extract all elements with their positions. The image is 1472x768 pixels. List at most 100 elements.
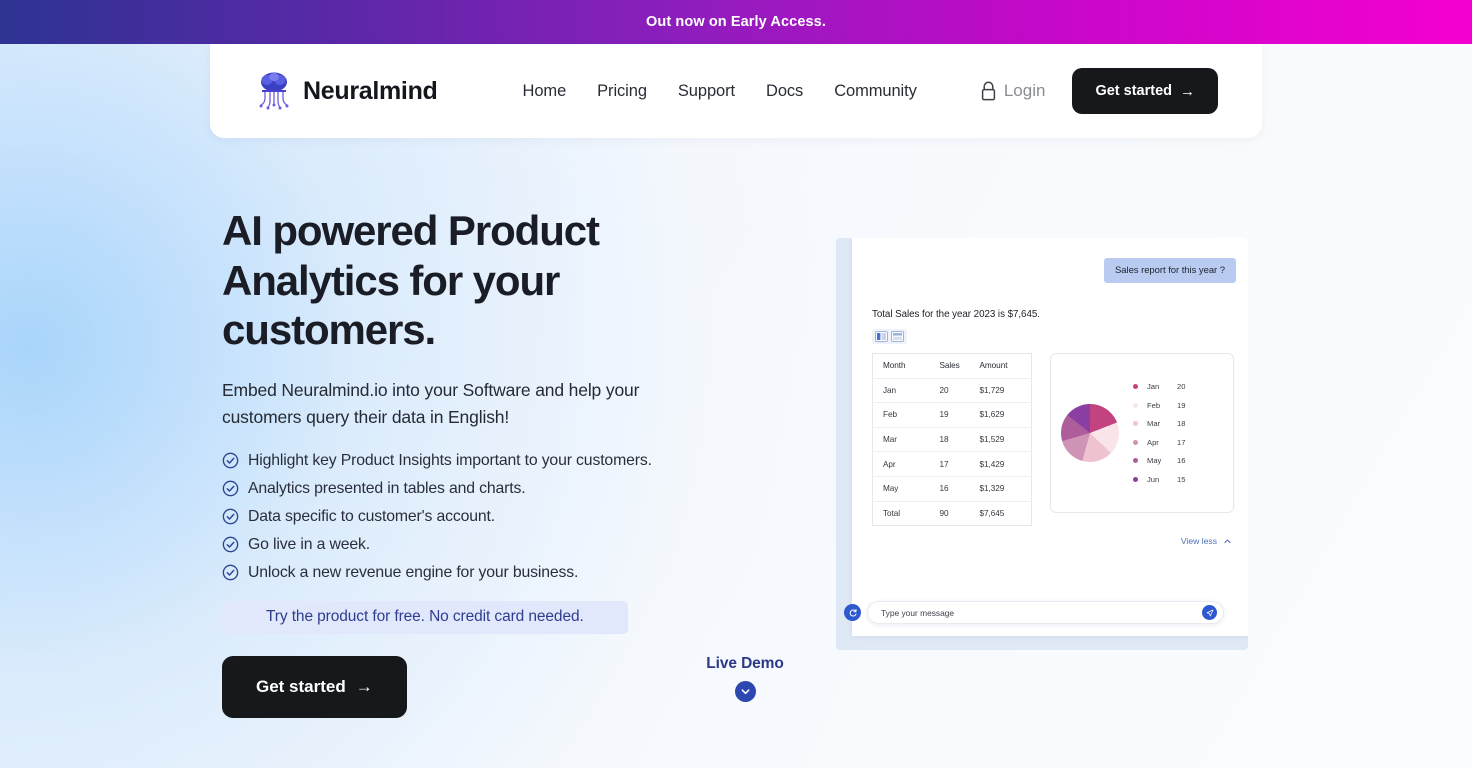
feature-label: Highlight key Product Insights important… [248,451,652,469]
announcement-banner: Out now on Early Access. [0,0,1472,44]
legend-value: 18 [1177,419,1186,429]
legend-label: Feb [1147,400,1161,410]
cell-sales: 18 [935,427,978,453]
table-row: May 16 $1,329 [872,476,1032,502]
feature-list: Highlight key Product Insights important… [222,447,782,587]
login-label: Login [1003,81,1046,100]
cell-amount: $1,429 [977,451,1032,477]
cell-sales: 20 [935,378,978,404]
arrow-right-icon: → [1180,82,1195,100]
columns-view-icon [877,333,886,340]
legend-color-swatch [1133,384,1138,390]
send-button[interactable] [1202,605,1217,620]
table-header-row: Month Sales Amount [872,353,1032,379]
cell-month: Jan [872,378,936,404]
pie-chart-legend: Jan 20 Feb 19 Mar 18 Apr 17 May 16 Jun 1… [1133,378,1199,489]
nav-item-support[interactable]: Support [678,82,735,101]
feature-label: Go live in a week. [248,535,370,553]
legend-label: Jun [1147,474,1160,484]
list-item: Analytics presented in tables and charts… [222,475,782,503]
check-circle-icon [222,481,239,497]
pie-chart-card: Jan 20 Feb 19 Mar 18 Apr 17 May 16 Jun 1… [1050,353,1234,513]
legend-color-swatch [1133,458,1138,464]
feature-label: Unlock a new revenue engine for your bus… [248,563,579,581]
lock-icon [981,81,995,101]
legend-item: Apr 17 [1133,433,1199,452]
arrow-right-icon: → [355,676,373,696]
refresh-icon [849,608,856,616]
list-item: Highlight key Product Insights important… [222,447,782,475]
list-item: Unlock a new revenue engine for your bus… [222,559,782,587]
cell-amount: $1,729 [977,378,1032,404]
nav-item-community[interactable]: Community [834,82,917,101]
cell-amount: $7,645 [979,508,1005,518]
hero-section: AI powered Product Analytics for your cu… [222,206,782,718]
table-row: Mar 18 $1,529 [872,427,1032,453]
user-message-bubble: Sales report for this year ? [1103,258,1236,283]
get-started-button-header[interactable]: Get started → [1072,68,1218,114]
cell-month: Total [883,508,901,518]
chart-view-toggle[interactable] [875,331,888,342]
view-less-label: View less [1180,536,1217,547]
results-panels: Month Sales Amount Jan 20 $1,729 Feb 19 … [872,353,1248,527]
cell-amount: $1,629 [977,402,1032,428]
cell-month: Feb [872,402,936,428]
list-item: Go live in a week. [222,531,782,559]
legend-color-swatch [1133,402,1138,408]
cell-sales: 16 [935,476,978,502]
cell-amount: $1,329 [977,476,1032,502]
list-item: Data specific to customer's account. [222,503,782,531]
column-header-month: Month [872,353,936,379]
legend-label: Jan [1147,382,1160,392]
cell-month: May [872,476,936,502]
nav-item-docs[interactable]: Docs [766,82,803,101]
legend-value: 20 [1177,382,1186,392]
brand-logo-link[interactable]: Neuralmind [256,69,438,113]
cell-sales: 17 [935,451,978,477]
table-row: Apr 17 $1,429 [872,451,1032,477]
column-header-amount: Amount [977,353,1032,379]
refresh-button[interactable] [844,604,861,621]
legend-item: Jan 20 [1133,378,1199,397]
cell-month: Mar [872,427,936,453]
legend-color-swatch [1133,421,1138,427]
live-demo-label: Live Demo [706,655,784,672]
cell-sales: 19 [935,402,978,428]
nav-item-pricing[interactable]: Pricing [597,82,647,101]
brand-name: Neuralmind [303,76,438,105]
scroll-down-button[interactable] [734,681,756,702]
nav-item-home[interactable]: Home [523,82,567,101]
cell-month: Apr [872,451,936,477]
login-button[interactable]: Login [980,81,1046,101]
legend-item: Jun 15 [1133,470,1199,489]
hero-subheading: Embed Neuralmind.io into your Software a… [222,379,640,427]
legend-color-swatch [1133,476,1138,482]
message-composer: Type your message [844,601,1224,624]
legend-label: Apr [1147,437,1159,447]
view-less-button[interactable]: View less [852,536,1232,546]
chat-window: Sales report for this year ? Total Sales… [852,238,1248,636]
get-started-label-header: Get started [1095,83,1172,99]
table-view-icon [893,333,902,340]
message-input[interactable]: Type your message [867,601,1224,624]
site-header: Neuralmind Home Pricing Support Docs Com… [210,44,1262,138]
header-actions: Login Get started → [980,68,1218,114]
chevron-down-icon [741,689,749,695]
check-circle-icon [222,453,239,469]
legend-item: May 16 [1133,452,1199,471]
get-started-label-hero: Get started [256,676,346,696]
assistant-answer-text: Total Sales for the year 2023 is $7,645. [872,309,1040,320]
feature-label: Analytics presented in tables and charts… [248,479,526,497]
cell-amount: $1,529 [977,427,1032,453]
legend-value: 19 [1177,400,1186,410]
check-circle-icon [222,565,239,581]
cell-sales: 90 [939,508,949,518]
table-row-total: Total 90 $7,645 [873,501,1032,526]
table-view-toggle[interactable] [891,331,904,342]
chevron-up-icon [1224,539,1231,543]
table-row: Feb 19 $1,629 [872,402,1032,428]
view-mode-toggle-group [872,329,907,344]
brain-circuit-logo-icon [259,72,289,110]
legend-value: 16 [1177,456,1186,466]
get-started-button-hero[interactable]: Get started → [222,655,407,718]
